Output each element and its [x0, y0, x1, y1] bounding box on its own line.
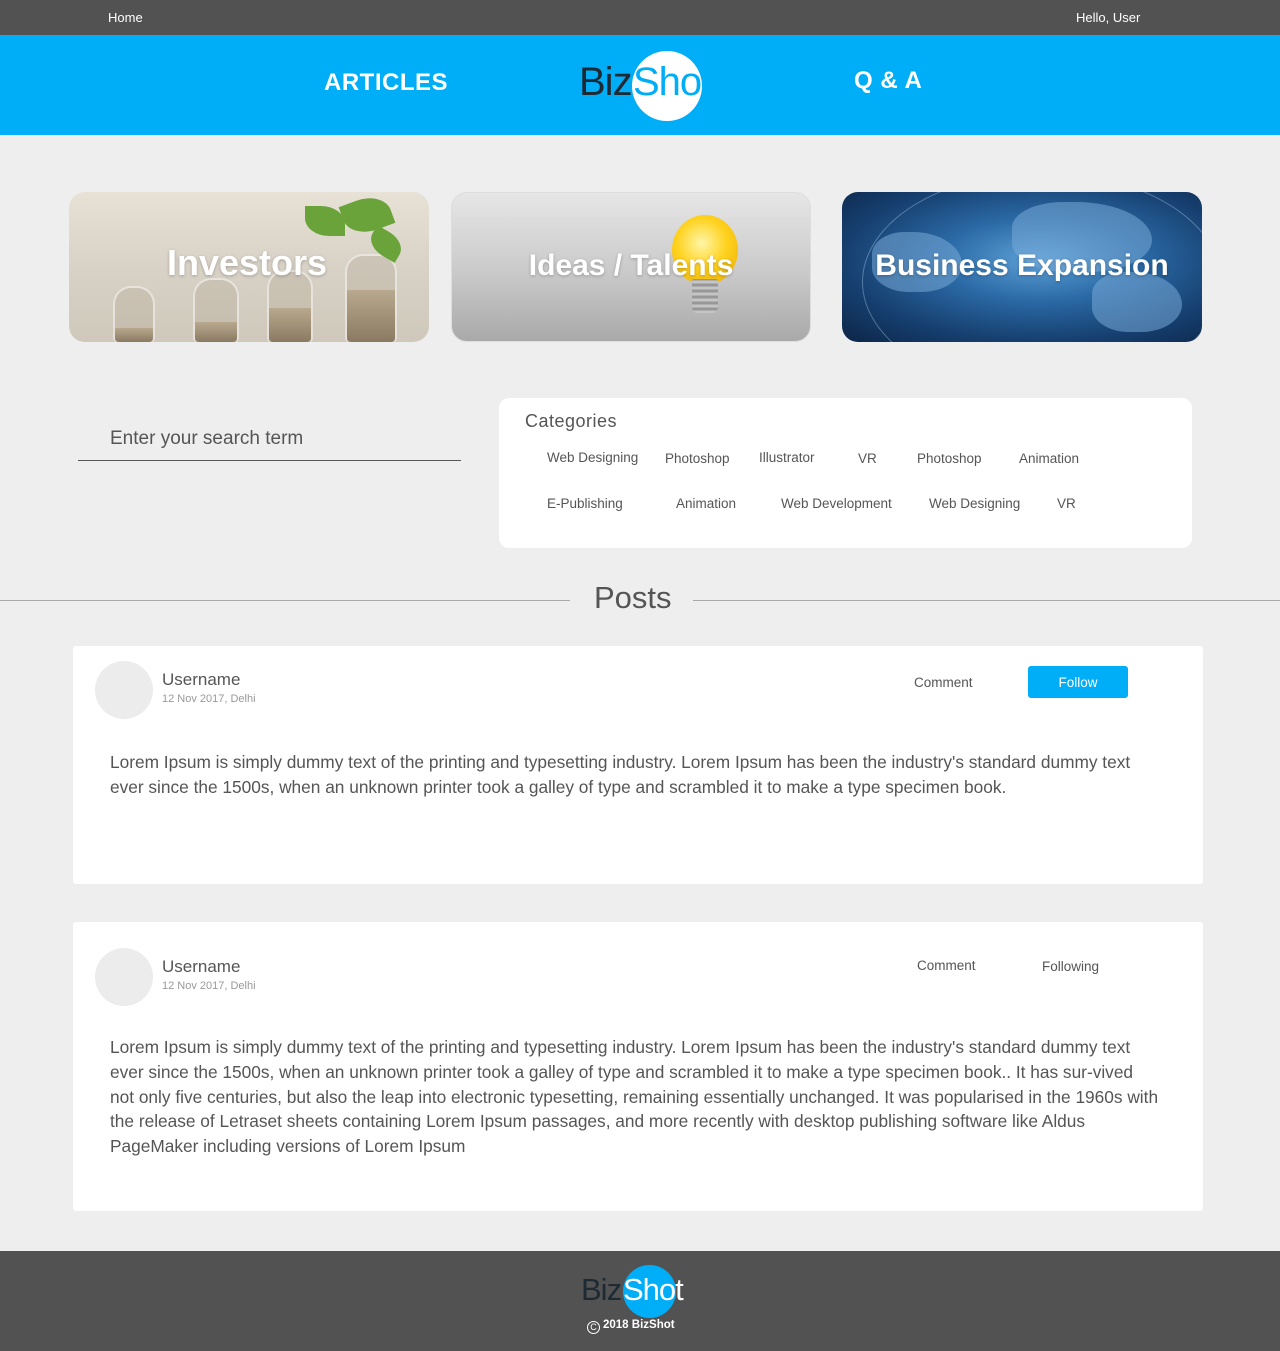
posts-heading: Posts — [594, 580, 672, 615]
home-link[interactable]: Home — [108, 10, 143, 25]
copyright-text: 2018 BizShot — [603, 1319, 675, 1331]
following-button[interactable]: Following — [1042, 959, 1099, 974]
post-username[interactable]: Username — [162, 670, 240, 690]
logo-text-biz: Biz — [579, 60, 633, 104]
bizshot-logo[interactable]: Biz Shot — [578, 50, 712, 122]
feature-label: Business Expansion — [875, 249, 1169, 282]
category-animation[interactable]: Animation — [1019, 451, 1079, 466]
feature-card-business-expansion[interactable]: Business Expansion — [842, 192, 1202, 342]
jar-image — [193, 278, 239, 342]
header: ARTICLES Biz Shot Q & A — [0, 35, 1280, 135]
category-web-development[interactable]: Web Development — [781, 496, 892, 511]
avatar[interactable] — [95, 948, 153, 1006]
post-meta: 12 Nov 2017, Delhi — [162, 693, 256, 705]
feature-label: Ideas / Talents — [528, 249, 734, 282]
post-body: Lorem Ipsum is simply dummy text of the … — [110, 1037, 1159, 1157]
logo-text-biz: Biz — [581, 1272, 622, 1307]
copyright: C 2018 BizShot — [587, 1319, 675, 1334]
category-web-designing[interactable]: Web Designing — [547, 450, 638, 465]
category-vr[interactable]: VR — [1057, 496, 1076, 511]
feature-card-investors[interactable]: Investors — [69, 192, 429, 342]
category-photoshop[interactable]: Photoshop — [917, 451, 982, 466]
nav-articles[interactable]: ARTICLES — [324, 69, 448, 97]
logo-text-shot: Shot — [623, 1272, 684, 1307]
category-photoshop[interactable]: Photoshop — [665, 451, 730, 466]
footer: Biz Shot C 2018 BizShot — [0, 1251, 1280, 1351]
nav-qa[interactable]: Q & A — [854, 67, 922, 95]
jar-image — [113, 286, 155, 342]
category-illustrator[interactable]: Illustrator — [759, 450, 815, 465]
category-web-designing[interactable]: Web Designing — [929, 496, 1020, 511]
user-greeting[interactable]: Hello, User — [1076, 10, 1140, 25]
post-username[interactable]: Username — [162, 957, 240, 977]
category-vr[interactable]: VR — [858, 451, 877, 466]
top-bar: Home Hello, User — [0, 0, 1280, 35]
follow-button[interactable]: Follow — [1028, 666, 1128, 698]
lightbulb-base-icon — [692, 279, 718, 313]
divider — [0, 600, 570, 601]
post-meta: 12 Nov 2017, Delhi — [162, 980, 256, 992]
copyright-icon: C — [587, 1321, 600, 1334]
footer-logo[interactable]: Biz Shot — [580, 1264, 684, 1320]
divider — [693, 600, 1280, 601]
post-card: Username 12 Nov 2017, Delhi Comment Foll… — [73, 922, 1203, 1211]
feature-label: Investors — [166, 242, 328, 283]
comment-button[interactable]: Comment — [917, 958, 976, 973]
feature-card-ideas-talents[interactable]: Ideas / Talents — [451, 192, 811, 342]
categories-title: Categories — [525, 411, 618, 431]
post-body: Lorem Ipsum is simply dummy text of the … — [110, 752, 1131, 797]
category-animation[interactable]: Animation — [676, 496, 736, 511]
categories-panel: Categories Web Designing Photoshop Illus… — [499, 398, 1192, 548]
search-input[interactable] — [78, 418, 461, 461]
comment-button[interactable]: Comment — [914, 675, 973, 690]
logo-text-shot: Shot — [633, 60, 712, 104]
category-e-publishing[interactable]: E-Publishing — [547, 496, 623, 511]
post-card: Username 12 Nov 2017, Delhi Comment Foll… — [73, 646, 1203, 884]
avatar[interactable] — [95, 661, 153, 719]
